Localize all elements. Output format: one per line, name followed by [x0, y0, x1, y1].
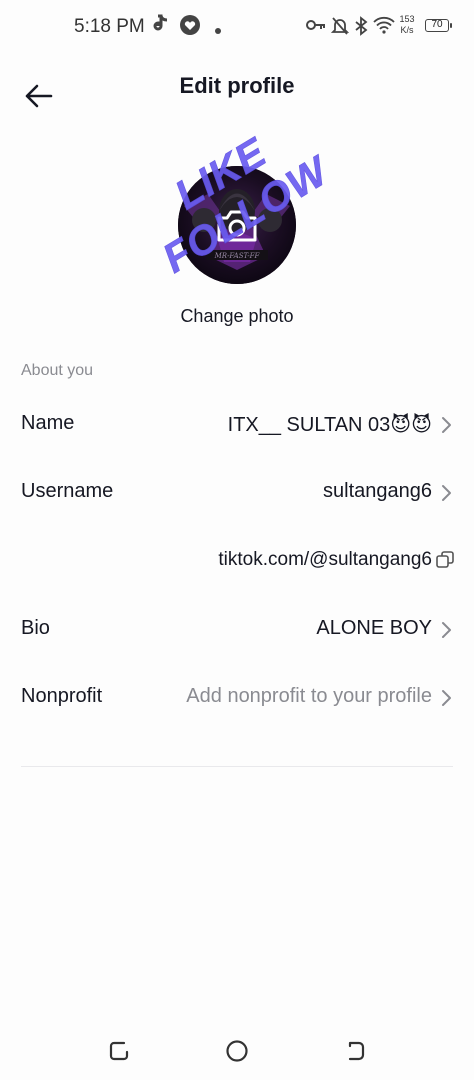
recent-apps-icon [109, 1041, 129, 1061]
chevron-right-icon [442, 690, 451, 706]
mute-bell-icon [330, 16, 350, 41]
nonprofit-label: Nonprofit [21, 685, 103, 707]
chevron-right-icon [442, 417, 451, 433]
copy-icon [436, 551, 454, 568]
name-row[interactable]: Name ITX__ SULTAN 03😈😈 [0, 398, 474, 450]
status-bar: 5:18 PM 153 K/s 70 [0, 0, 474, 54]
change-photo-link[interactable]: Change photo [0, 306, 474, 327]
chevron-right-icon [442, 622, 451, 638]
profile-photo[interactable]: MR-FAST-FF [178, 166, 296, 284]
system-navigation-bar [0, 1020, 474, 1080]
section-divider [21, 766, 453, 767]
profile-link-row: tiktok.com/@sultangang6 [0, 544, 474, 576]
status-time: 5:18 PM [74, 16, 145, 37]
bluetooth-icon [354, 16, 368, 41]
recent-apps-button[interactable] [102, 1034, 136, 1068]
name-value: ITX__ SULTAN 03😈😈 [227, 414, 432, 436]
vpn-key-icon [306, 18, 326, 37]
page-title: Edit profile [179, 73, 295, 98]
bio-label: Bio [21, 617, 50, 639]
bio-value: ALONE BOY [316, 617, 432, 639]
wifi-icon [373, 16, 395, 39]
nonprofit-placeholder: Add nonprofit to your profile [186, 685, 432, 707]
back-nav-icon [348, 1041, 365, 1061]
tiktok-notification-icon [152, 14, 170, 41]
profile-link: tiktok.com/@sultangang6 [218, 549, 432, 570]
name-label: Name [21, 412, 75, 434]
heart-notification-icon [178, 14, 202, 41]
network-speed: 153 K/s [399, 14, 415, 35]
camera-icon [217, 210, 257, 242]
top-bar: Edit profile [0, 58, 474, 114]
home-circle-icon [226, 1040, 248, 1062]
username-row[interactable]: Username sultangang6 [0, 466, 474, 518]
about-section-label: About you [21, 362, 94, 379]
avatar-caption: MR-FAST-FF [214, 252, 261, 260]
username-label: Username [21, 480, 114, 502]
more-notifications-dot-icon [214, 22, 222, 40]
back-nav-button[interactable] [338, 1034, 372, 1068]
battery-indicator: 70 [425, 19, 452, 32]
chevron-right-icon [442, 485, 451, 501]
home-button[interactable] [220, 1034, 254, 1068]
username-value: sultangang6 [323, 480, 432, 502]
nonprofit-row[interactable]: Nonprofit Add nonprofit to your profile [0, 671, 474, 723]
bio-row[interactable]: Bio ALONE BOY [0, 603, 474, 655]
copy-link-button[interactable] [435, 550, 457, 572]
